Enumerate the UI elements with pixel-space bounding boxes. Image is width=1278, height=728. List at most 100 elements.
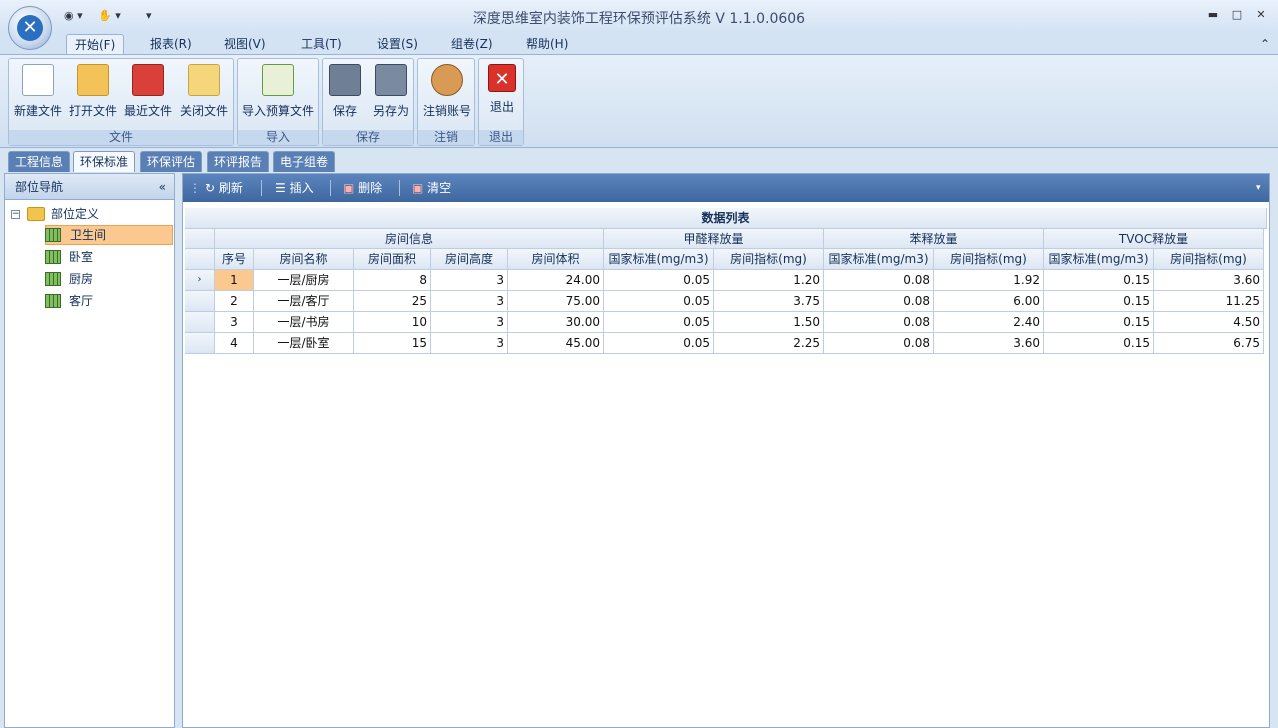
row-pointer-icon[interactable]: ›	[185, 270, 215, 291]
table-cell[interactable]: 24.00	[508, 270, 604, 291]
maximize-button[interactable]: □	[1227, 6, 1247, 24]
menu-help[interactable]: 帮助(H)	[518, 34, 576, 54]
col-header-room-area[interactable]: 房间面积	[354, 249, 431, 270]
tab-e-volume[interactable]: 电子组卷	[273, 151, 336, 172]
table-cell[interactable]: 一层/书房	[254, 312, 354, 333]
table-cell[interactable]: 6.00	[934, 291, 1044, 312]
panel-splitter[interactable]	[175, 173, 181, 728]
tree-item-bathroom[interactable]: 卫生间	[45, 225, 173, 245]
app-logo-icon: ✕	[17, 15, 43, 41]
menu-report[interactable]: 报表(R)	[142, 34, 200, 54]
table-cell[interactable]: 45.00	[508, 333, 604, 354]
col-header-formaldehyde-standard[interactable]: 国家标准(mg/m3)	[604, 249, 714, 270]
table-cell[interactable]: 3.75	[714, 291, 824, 312]
table-cell[interactable]: 2.25	[714, 333, 824, 354]
table-cell[interactable]: 15	[354, 333, 431, 354]
import-budget-button[interactable]: 导入预算文件	[240, 61, 316, 131]
tab-env-report[interactable]: 环评报告	[207, 151, 270, 172]
table-cell[interactable]: 10	[354, 312, 431, 333]
tab-env-standard[interactable]: 环保标准	[73, 151, 136, 172]
menu-view[interactable]: 视图(V)	[216, 34, 274, 54]
table-cell[interactable]: 0.08	[824, 270, 934, 291]
refresh-button[interactable]: ↻ 刷新	[205, 179, 243, 197]
menu-tools[interactable]: 工具(T)	[293, 34, 350, 54]
table-cell[interactable]: 2.40	[934, 312, 1044, 333]
table-cell[interactable]: 1.50	[714, 312, 824, 333]
menu-settings[interactable]: 设置(S)	[369, 34, 426, 54]
table-cell[interactable]: 4.50	[1154, 312, 1264, 333]
menu-start[interactable]: 开始(F)	[66, 34, 125, 54]
tree-collapse-icon[interactable]: −	[11, 210, 20, 219]
table-cell[interactable]: 3	[431, 291, 508, 312]
table-cell[interactable]: 0.15	[1044, 270, 1154, 291]
row-indicator[interactable]	[185, 333, 215, 354]
new-file-button[interactable]: 新建文件	[11, 61, 65, 131]
table-cell[interactable]: 0.08	[824, 291, 934, 312]
exit-button[interactable]: ✕ 退出	[481, 61, 523, 131]
table-cell[interactable]: 30.00	[508, 312, 604, 333]
minimize-button[interactable]: ▬	[1203, 6, 1223, 24]
table-cell[interactable]: 0.05	[604, 312, 714, 333]
table-cell[interactable]: 6.75	[1154, 333, 1264, 354]
table-cell[interactable]: 25	[354, 291, 431, 312]
ribbon-collapse-icon[interactable]: ⌃	[1252, 34, 1278, 54]
table-cell[interactable]: 3	[215, 312, 254, 333]
tree-root[interactable]: − 部位定义	[11, 204, 99, 224]
menu-compile[interactable]: 组卷(Z)	[443, 34, 501, 54]
col-header-tvoc-index[interactable]: 房间指标(mg)	[1154, 249, 1264, 270]
col-header-tvoc-standard[interactable]: 国家标准(mg/m3)	[1044, 249, 1154, 270]
table-cell[interactable]: 0.15	[1044, 312, 1154, 333]
table-cell[interactable]: 一层/厨房	[254, 270, 354, 291]
tab-env-assessment[interactable]: 环保评估	[140, 151, 203, 172]
close-file-button[interactable]: 关闭文件	[177, 61, 231, 131]
col-header-room-height[interactable]: 房间高度	[431, 249, 508, 270]
col-header-benzene-standard[interactable]: 国家标准(mg/m3)	[824, 249, 934, 270]
col-header-formaldehyde-index[interactable]: 房间指标(mg)	[714, 249, 824, 270]
table-cell[interactable]: 3	[431, 312, 508, 333]
collapse-icon[interactable]: «	[159, 174, 166, 200]
toolbar-overflow-icon[interactable]: ▾	[1256, 179, 1261, 197]
open-file-button[interactable]: 打开文件	[66, 61, 120, 131]
table-cell[interactable]: 3	[431, 270, 508, 291]
table-cell[interactable]: 0.05	[604, 333, 714, 354]
table-cell[interactable]: 1	[215, 270, 254, 291]
app-logo[interactable]: ✕	[8, 6, 52, 50]
table-cell[interactable]: 0.08	[824, 312, 934, 333]
table-cell[interactable]: 1.92	[934, 270, 1044, 291]
save-button[interactable]: 保存	[325, 61, 365, 131]
table-cell[interactable]: 0.05	[604, 270, 714, 291]
table-cell[interactable]: 3.60	[934, 333, 1044, 354]
col-header-room-name[interactable]: 房间名称	[254, 249, 354, 270]
logout-button[interactable]: 注销账号	[420, 61, 474, 131]
insert-button[interactable]: ☰ 插入	[275, 179, 314, 197]
ribbon-group-logout: 注销账号 注销	[417, 58, 475, 146]
close-window-button[interactable]: ✕	[1251, 6, 1271, 24]
table-cell[interactable]: 0.15	[1044, 333, 1154, 354]
row-indicator[interactable]	[185, 312, 215, 333]
recent-files-button[interactable]: 最近文件	[121, 61, 175, 131]
save-as-button[interactable]: 另存为	[369, 61, 413, 131]
table-cell[interactable]: 11.25	[1154, 291, 1264, 312]
clear-button[interactable]: ▣ 清空	[412, 179, 451, 197]
row-indicator[interactable]	[185, 291, 215, 312]
table-cell[interactable]: 一层/客厅	[254, 291, 354, 312]
col-header-index[interactable]: 序号	[215, 249, 254, 270]
delete-button[interactable]: ▣ 删除	[343, 179, 382, 197]
table-cell[interactable]: 0.05	[604, 291, 714, 312]
table-cell[interactable]: 8	[354, 270, 431, 291]
table-cell[interactable]: 1.20	[714, 270, 824, 291]
tab-project-info[interactable]: 工程信息	[8, 151, 71, 172]
table-cell[interactable]: 75.00	[508, 291, 604, 312]
table-cell[interactable]: 一层/卧室	[254, 333, 354, 354]
table-cell[interactable]: 3	[431, 333, 508, 354]
table-cell[interactable]: 0.08	[824, 333, 934, 354]
table-cell[interactable]: 4	[215, 333, 254, 354]
col-header-benzene-index[interactable]: 房间指标(mg)	[934, 249, 1044, 270]
menu-bar: 开始(F) 报表(R) 视图(V) 工具(T) 设置(S) 组卷(Z) 帮助(H…	[0, 32, 1278, 54]
table-cell[interactable]: 2	[215, 291, 254, 312]
table-cell[interactable]: 3.60	[1154, 270, 1264, 291]
col-header-room-volume[interactable]: 房间体积	[508, 249, 604, 270]
grid-icon	[45, 272, 61, 286]
delete-icon: ▣	[343, 181, 359, 195]
table-cell[interactable]: 0.15	[1044, 291, 1154, 312]
